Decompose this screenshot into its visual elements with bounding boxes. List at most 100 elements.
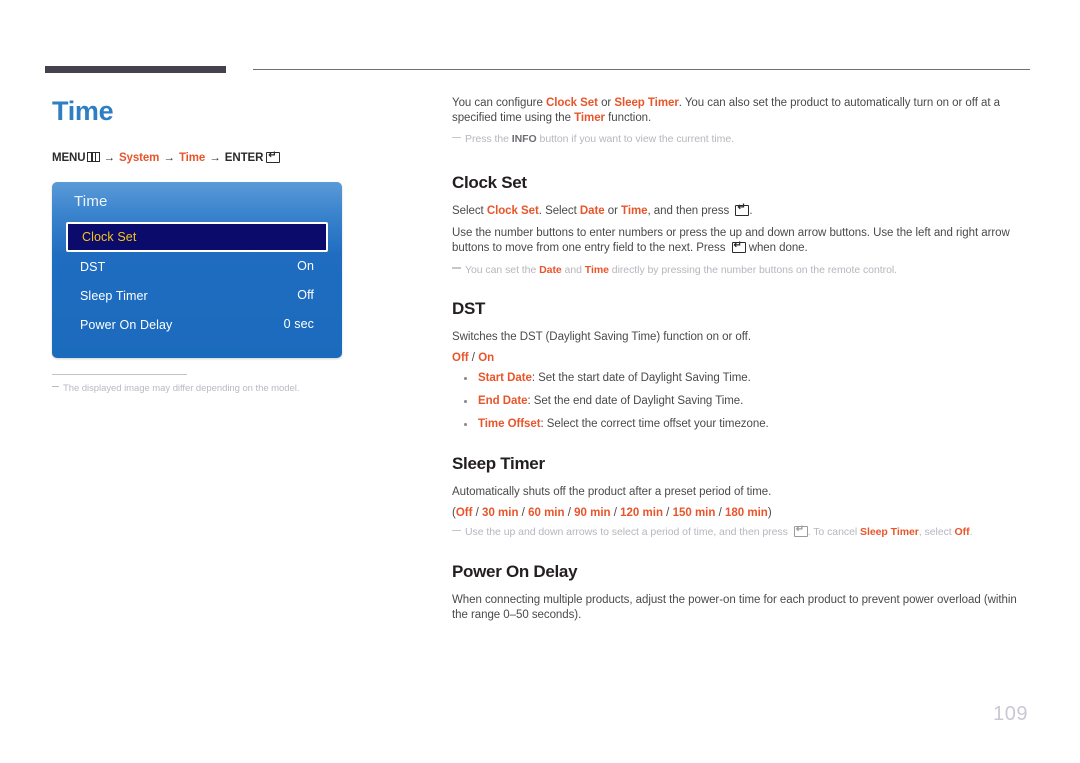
content-column: You can configure Clock Set or Sleep Tim… — [452, 96, 1030, 630]
osd-row-label: Power On Delay — [80, 318, 173, 332]
sleep-timer-options: (Off / 30 min / 60 min / 90 min / 120 mi… — [452, 507, 772, 520]
osd-row-sleep-timer[interactable]: Sleep Timer Off — [66, 281, 328, 310]
left-note-text: The displayed image may differ depending… — [63, 383, 300, 394]
enter-key-icon — [793, 524, 808, 538]
breadcrumb-arrow-3: → — [209, 152, 221, 164]
breadcrumb-step-time: Time — [178, 152, 206, 164]
dst-bullet-term: Time Offset — [478, 418, 541, 431]
st-note-a: Use the up and down arrows to select a p… — [465, 526, 791, 539]
cs-text-c: . Select — [538, 204, 580, 217]
menu-grid-icon — [87, 152, 101, 162]
breadcrumb-step-system: System — [118, 152, 160, 164]
st-option-6: 180 min — [724, 507, 768, 520]
dst-bullet-list: Start Date: Set the start date of Daylig… — [452, 371, 1030, 432]
cs-note-a: You can set the — [465, 263, 540, 276]
intro-paragraph: You can configure Clock Set or Sleep Tim… — [452, 96, 1030, 126]
osd-menu-screenshot: Time Clock Set DST On Sleep Timer Off Po… — [52, 182, 342, 358]
osd-row-dst[interactable]: DST On — [66, 252, 328, 281]
intro-note-c: button if you want to view the current t… — [536, 133, 735, 146]
breadcrumb-arrow-2: → — [163, 152, 175, 164]
clock-set-paragraph-2: Use the number buttons to enter numbers … — [452, 226, 1030, 256]
osd-row-value: 0 sec — [283, 317, 314, 331]
cs-term-clock-set: Clock Set — [486, 204, 539, 217]
dst-paragraph: Switches the DST (Daylight Saving Time) … — [452, 331, 751, 344]
list-item: Time Offset: Select the correct time off… — [452, 417, 1030, 432]
cs-text-a: Select — [452, 204, 487, 217]
st-note-sleep-timer: Sleep Timer — [860, 526, 919, 539]
cs-text-f: . — [749, 204, 753, 217]
cs2-text-b: when done. — [745, 242, 808, 255]
intro-note-a: Press the — [465, 133, 512, 146]
intro-text-a: You can configure — [452, 97, 546, 109]
dst-bullet-desc: : Set the start date of Daylight Saving … — [531, 372, 751, 385]
enter-key-icon — [735, 202, 750, 216]
section-heading-power-on-delay: Power On Delay — [452, 561, 578, 581]
dst-bullet-term: End Date — [478, 395, 528, 408]
section-heading-clock-set: Clock Set — [452, 172, 527, 192]
osd-title: Time — [74, 193, 108, 210]
list-item: Start Date: Set the start date of Daylig… — [452, 371, 1030, 386]
st-option-3: 90 min — [574, 507, 611, 520]
clock-set-note: You can set the Date and Time directly b… — [452, 264, 1030, 278]
cs-term-date: Date — [579, 204, 605, 217]
dst-option-on: On — [478, 352, 495, 365]
dst-bullet-desc: : Select the correct time offset your ti… — [540, 418, 769, 431]
intro-term-clock-set: Clock Set — [545, 97, 598, 109]
intro-term-timer: Timer — [574, 112, 605, 125]
header-accent-bar — [45, 66, 226, 73]
sleep-timer-note: Use the up and down arrows to select a p… — [452, 524, 1030, 540]
osd-row-clock-set[interactable]: Clock Set — [66, 222, 328, 252]
st-option-0: Off — [455, 507, 473, 520]
osd-row-value: On — [297, 259, 314, 273]
page-title: Time — [52, 96, 114, 126]
dst-option-sep: / — [468, 352, 479, 365]
section-heading-sleep-timer: Sleep Timer — [452, 454, 545, 474]
clock-set-paragraph-1: Select Clock Set. Select Date or Time, a… — [452, 202, 1030, 219]
osd-menu-list: Clock Set DST On Sleep Timer Off Power O… — [66, 222, 328, 339]
intro-note: Press the INFO button if you want to vie… — [452, 133, 1030, 147]
breadcrumb-menu-label: MENU — [52, 152, 86, 164]
osd-row-power-on-delay[interactable]: Power On Delay 0 sec — [66, 310, 328, 339]
cs2-text-a: Use the number buttons to enter numbers … — [452, 227, 1010, 255]
osd-row-value: Off — [297, 288, 314, 302]
cs-note-c: and — [561, 263, 585, 276]
osd-row-label: Clock Set — [82, 230, 137, 244]
left-image-note: The displayed image may differ depending… — [52, 383, 382, 394]
page-number: 109 — [993, 703, 1028, 725]
intro-text-c: or — [597, 97, 615, 109]
st-note-f: . — [969, 526, 973, 539]
breadcrumb-enter-label: ENTER — [224, 152, 264, 164]
list-item: End Date: Set the end date of Daylight S… — [452, 394, 1030, 409]
note-dash-icon — [52, 386, 59, 387]
intro-text-e: function. — [604, 112, 652, 125]
header-divider-line — [253, 69, 1030, 70]
left-note-divider — [52, 374, 187, 375]
osd-row-label: DST — [80, 260, 106, 274]
cs-term-time: Time — [621, 204, 648, 217]
st-option-5: 150 min — [672, 507, 716, 520]
note-dash-icon — [452, 267, 461, 269]
cs-text-e: , and then press — [647, 204, 733, 217]
intro-term-sleep-timer: Sleep Timer — [614, 97, 679, 109]
cs-note-date: Date — [539, 263, 562, 276]
power-on-delay-paragraph: When connecting multiple products, adjus… — [452, 593, 1017, 622]
enter-key-icon — [731, 240, 746, 254]
note-dash-icon — [452, 136, 461, 139]
intro-note-info: INFO — [511, 133, 537, 146]
dst-bullet-term: Start Date — [478, 372, 532, 385]
osd-row-label: Sleep Timer — [80, 289, 148, 303]
section-heading-dst: DST — [452, 299, 486, 319]
cs-note-d: directly by pressing the number buttons … — [608, 263, 898, 276]
dst-options: Off / On — [452, 352, 1030, 364]
st-note-d: , select — [918, 526, 955, 539]
st-option-2: 60 min — [528, 507, 565, 520]
dst-option-off: Off — [452, 352, 469, 365]
dst-bullet-desc: : Set the end date of Daylight Saving Ti… — [527, 395, 744, 408]
enter-key-icon — [266, 150, 281, 163]
cs-text-d: or — [604, 204, 622, 217]
st-note-off: Off — [954, 526, 970, 539]
note-dash-icon — [452, 529, 461, 532]
sleep-timer-paragraph: Automatically shuts off the product afte… — [452, 486, 772, 499]
st-note-b: . To cancel — [807, 526, 861, 539]
cs-note-time: Time — [584, 263, 609, 276]
